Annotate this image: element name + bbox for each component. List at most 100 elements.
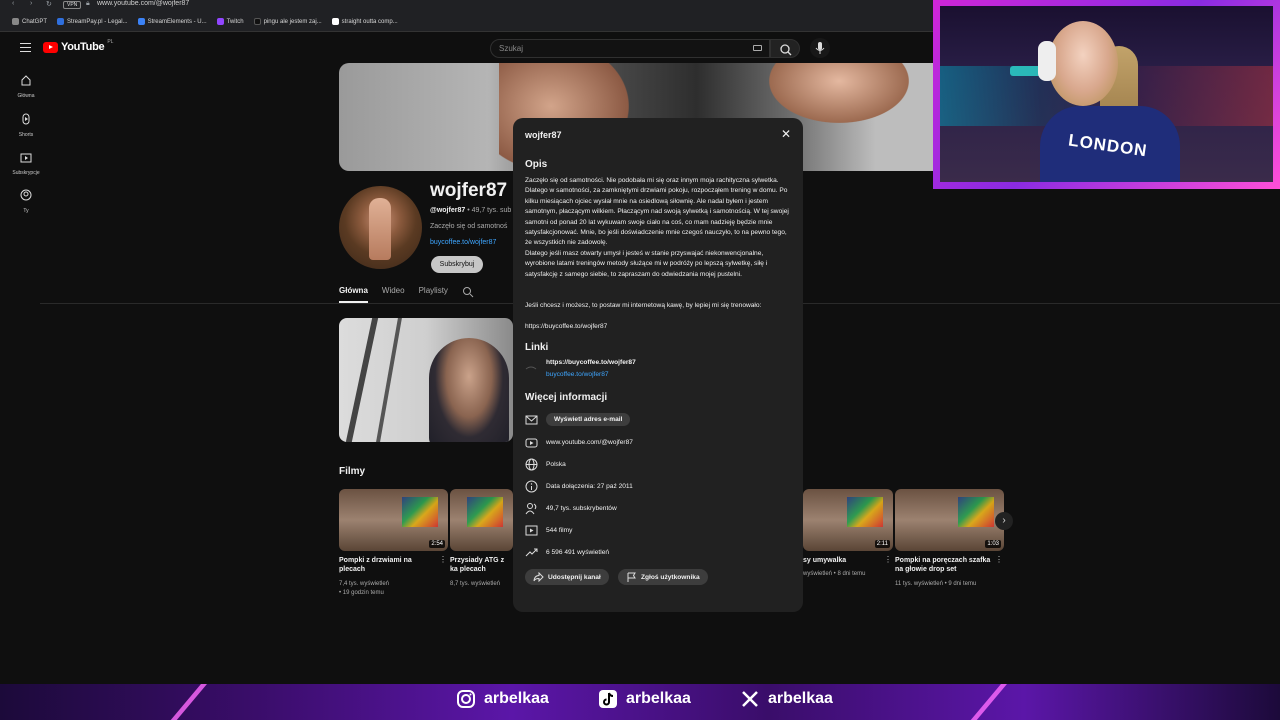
video-thumbnail[interactable]: 1:03 (895, 489, 1004, 551)
link-title[interactable]: https://buycoffee.to/wojfer87 (546, 359, 636, 366)
sidebar-item-shorts[interactable]: Shorts (6, 112, 46, 138)
tiktok-icon (599, 690, 617, 708)
bookmarks-bar: ChatGPT StreamPay.pl - Legal... StreamEl… (0, 12, 935, 32)
video-thumbnail[interactable]: 2:54 (339, 489, 448, 551)
subscriber-count: 49,7 tys. subskrybentów (546, 504, 617, 512)
link-url[interactable]: buycoffee.to/wojfer87 (546, 371, 609, 378)
coffee-line: Jeśli chcesz i możesz, to postaw mi inte… (525, 302, 762, 309)
voice-search-button[interactable] (810, 38, 830, 58)
info-row-joined: Data dołączenia: 27 paź 2011 (525, 479, 633, 493)
globe-icon (525, 458, 538, 470)
join-date: Data dołączenia: 27 paź 2011 (546, 482, 633, 490)
films-heading: Filmy (339, 466, 366, 477)
more-options-icon[interactable]: ⋮ (884, 555, 892, 564)
channel-url[interactable]: www.youtube.com/@wojfer87 (546, 439, 633, 446)
coffee-url[interactable]: https://buycoffee.to/wojfer87 (525, 322, 793, 332)
subscribe-button[interactable]: Subskrybuj (431, 256, 483, 273)
tab-home[interactable]: Główna (339, 286, 368, 303)
dialog-title: wojfer87 (525, 130, 562, 140)
view-count: 6 596 491 wyświetleń (546, 548, 610, 556)
video-views: 7,4 tys. wyświetleń (339, 581, 390, 587)
video-title[interactable]: Pompki na poręczach szafka na głowie dro… (895, 556, 995, 574)
tab-playlists[interactable]: Playlisty (419, 286, 448, 303)
more-options-icon[interactable]: ⋮ (995, 555, 1003, 564)
about-dialog: wojfer87 ✕ Opis Zaczęło się od samotnośc… (513, 118, 803, 612)
back-icon[interactable]: ‹ (12, 0, 14, 7)
channel-avatar[interactable] (339, 186, 422, 269)
bookmark-pingu[interactable]: pingu ale jestem zaj... (253, 18, 322, 25)
channel-link[interactable]: buycoffee.to/wojfer87 (430, 239, 496, 246)
bookmark-icon (137, 18, 145, 25)
sidebar-item-subscriptions[interactable]: Subskrypcje (6, 150, 46, 176)
bookmark-chatgpt[interactable]: ChatGPT (12, 18, 47, 25)
keyboard-icon[interactable] (753, 45, 762, 51)
close-icon[interactable]: ✕ (781, 127, 791, 141)
report-user-button[interactable]: Zgłoś użytkownika (618, 569, 708, 585)
info-row-videos: 544 filmy (525, 523, 572, 537)
forward-icon[interactable]: › (30, 0, 32, 7)
video-title[interactable]: Pompki z drzwiami na plecach (339, 556, 429, 574)
tab-videos[interactable]: Wideo (382, 286, 405, 303)
channel-description: Zaczęło się od samotności. Nie podobała … (525, 177, 789, 278)
share-channel-button[interactable]: Udostępnij kanał (525, 569, 609, 585)
youtube-play-icon (43, 41, 58, 53)
bookmark-streamelements[interactable]: StreamElements - U... (137, 18, 207, 25)
bookmark-straight-outta[interactable]: straight outta comp... (331, 18, 398, 25)
bookmark-icon (216, 18, 224, 25)
info-row-country: Polska (525, 457, 566, 471)
webcam-video: LONDON (940, 6, 1273, 182)
bookmark-icon (331, 18, 339, 25)
bookmark-twitch[interactable]: Twitch (216, 18, 244, 25)
video-thumbnail[interactable] (450, 489, 513, 551)
address-bar[interactable]: www.youtube.com/@wojfer87 (97, 0, 189, 7)
video-duration: 1:03 (985, 540, 1001, 548)
social-tiktok: arbelkaa (598, 689, 691, 709)
links-heading: Linki (525, 342, 549, 353)
sidebar-item-you[interactable]: Ty (6, 188, 46, 214)
search-placeholder: Szukaj (499, 44, 524, 53)
bookmark-icon (57, 18, 65, 25)
vpn-badge[interactable]: VPN (63, 1, 82, 9)
info-row-subscribers: 49,7 tys. subskrybentów (525, 501, 617, 515)
screen: { "browser": { "url": "www.youtube.com/@… (0, 0, 1280, 720)
video-date: • 19 godzin temu (339, 590, 384, 596)
reload-icon[interactable]: ↻ (46, 0, 52, 8)
channel-description-preview[interactable]: Zaczęło się od samotnoś (430, 223, 507, 230)
channel-handle: @wojfer87 • 49,7 tys. sub (430, 207, 512, 214)
channel-search-icon[interactable] (462, 286, 474, 298)
more-info-heading: Więcej informacji (525, 392, 608, 403)
search-button[interactable] (770, 39, 800, 58)
trending-icon (525, 548, 538, 556)
link-favicon-icon (525, 366, 537, 370)
flag-icon (627, 572, 636, 582)
youtube-url-icon (525, 438, 538, 447)
video-duration: 2:11 (874, 540, 890, 548)
youtube-logo[interactable]: YouTube PL (43, 39, 113, 53)
bookmark-streampay[interactable]: StreamPay.pl - Legal... (57, 18, 128, 25)
video-count: 544 filmy (546, 526, 573, 534)
more-options-icon[interactable]: ⋮ (439, 555, 447, 564)
share-icon (533, 572, 544, 582)
subscribers-icon (525, 502, 537, 514)
bookmark-icon (12, 18, 19, 25)
info-row-url: www.youtube.com/@wojfer87 (525, 435, 633, 449)
video-title[interactable]: Przysiady ATG z ka plecach (450, 556, 512, 574)
social-instagram: arbelkaa (456, 689, 549, 709)
search-input[interactable]: Szukaj (490, 39, 770, 58)
x-icon (742, 691, 758, 707)
home-icon (21, 75, 31, 86)
carousel-next-button[interactable]: › (995, 512, 1013, 530)
video-duration: 2:54 (429, 540, 445, 548)
menu-icon[interactable] (20, 43, 31, 52)
lock-icon: 🔒︎ (86, 0, 90, 7)
video-thumbnail[interactable]: 2:11 (803, 489, 893, 551)
featured-video[interactable] (339, 318, 513, 442)
instagram-icon (457, 690, 475, 708)
video-title[interactable]: sy umywalka (803, 556, 893, 565)
channel-tabs: Główna Wideo Playlisty (339, 286, 474, 303)
show-email-button[interactable]: Wyświetl adres e-mail (546, 412, 631, 426)
sidebar-item-home[interactable]: Główna (6, 73, 46, 99)
country: Polska (546, 460, 566, 468)
bookmark-icon (253, 18, 261, 25)
microphone-icon (815, 42, 825, 54)
